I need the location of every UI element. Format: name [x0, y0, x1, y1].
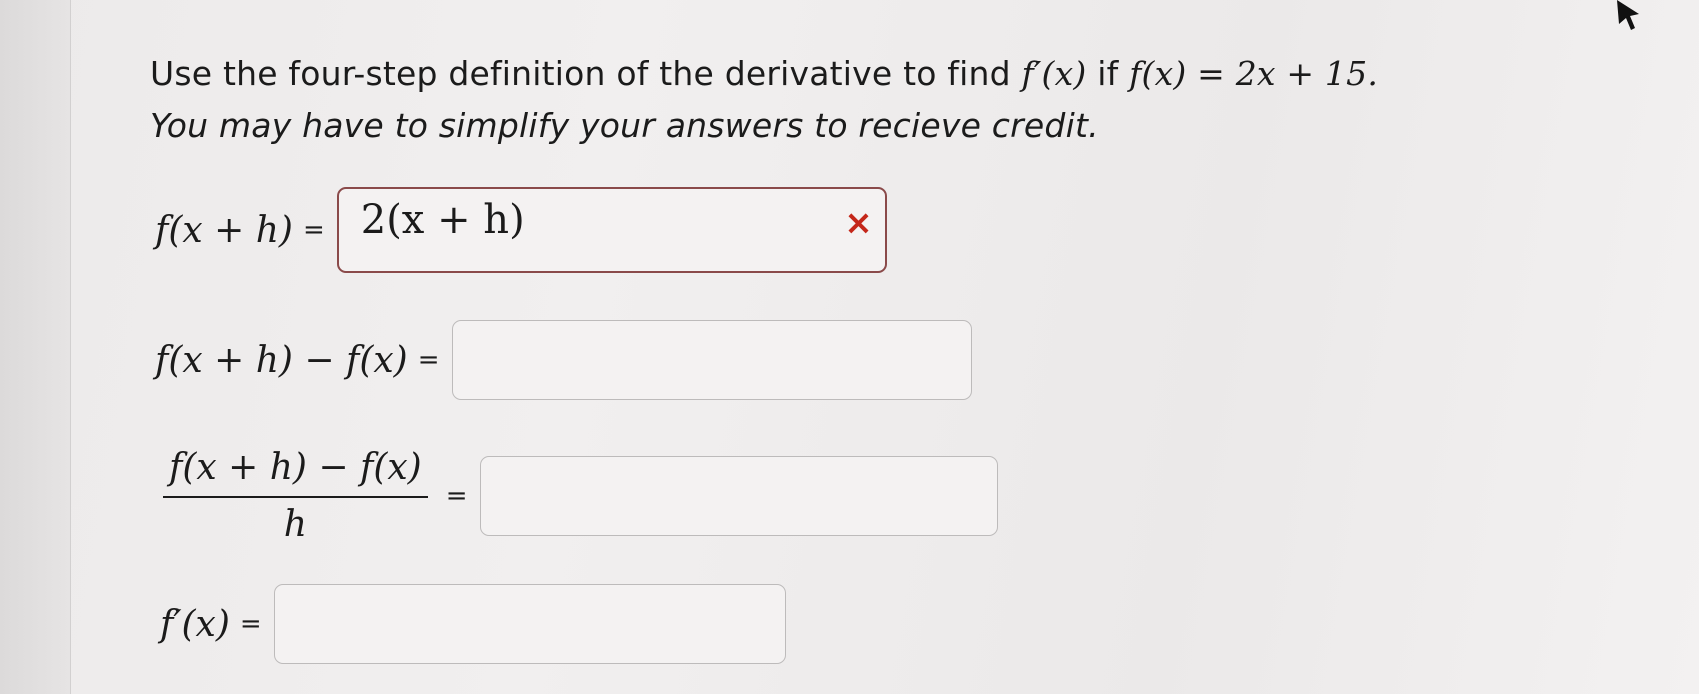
question-prompt: Use the four-step definition of the deri… [150, 48, 1378, 152]
step-1-equals: = [302, 215, 325, 245]
step-3-answer-input[interactable] [479, 456, 998, 536]
step-2-row: f(x + h) − f(x) = [155, 320, 972, 400]
step-2-answer-input[interactable] [451, 320, 972, 400]
step-2-equals: = [417, 345, 440, 375]
difference-quotient-denominator: h [283, 504, 307, 545]
step-4-label: f′(x) [160, 603, 230, 645]
difference-quotient: f(x + h) − f(x) h [163, 447, 428, 545]
x-mark-icon: × [844, 203, 873, 243]
step-2-label: f(x + h) − f(x) [155, 339, 408, 381]
derivative-notation: f′(x) [1021, 54, 1087, 93]
step-1-label: f(x + h) [155, 209, 293, 251]
step-4-row: f′(x) = [160, 584, 786, 664]
question-if: if [1086, 54, 1130, 93]
step-4-answer-input[interactable] [273, 584, 786, 664]
step-4-equals: = [239, 609, 262, 639]
left-edge-line [70, 0, 71, 694]
step-1-answer-value: 2(x + h) [360, 197, 525, 243]
step-3-equals: = [445, 481, 468, 511]
mouse-pointer-icon [1617, 0, 1639, 30]
question-line-2: You may have to simplify your answers to… [150, 106, 1099, 145]
left-edge-shadow [0, 0, 70, 694]
step-1-answer-input[interactable]: 2(x + h) × [336, 187, 887, 273]
question-line-1: Use the four-step definition of the deri… [150, 48, 1378, 100]
question-intro: Use the four-step definition of the deri… [150, 54, 1022, 93]
step-3-row: f(x + h) − f(x) h = [163, 447, 998, 545]
function-definition: f(x) = 2x + 15. [1129, 54, 1379, 93]
difference-quotient-numerator: f(x + h) − f(x) [163, 447, 428, 498]
step-1-row: f(x + h) = 2(x + h) × [155, 187, 887, 273]
